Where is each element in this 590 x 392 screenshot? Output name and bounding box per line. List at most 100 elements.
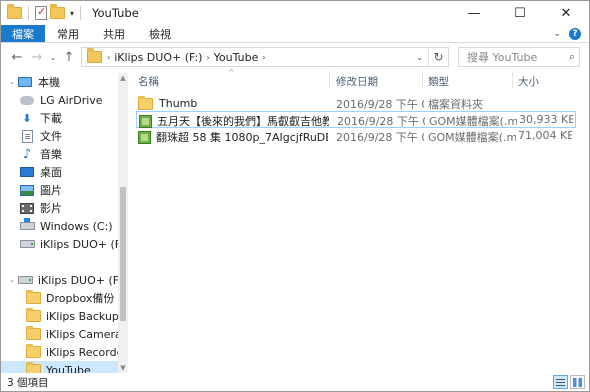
sidebar-item-desktop[interactable]: 桌面 <box>1 163 118 181</box>
scrollbar-thumb[interactable] <box>120 187 126 321</box>
sidebar-item-label: 下載 <box>40 112 62 125</box>
details-view-button[interactable] <box>553 375 568 389</box>
column-header-type[interactable]: 類型 <box>428 74 449 89</box>
sidebar-item-this-pc[interactable]: ⌄ 本機 <box>1 73 118 91</box>
sidebar-item-pictures[interactable]: 圖片 <box>1 181 118 199</box>
address-bar[interactable]: › iKlips DUO+ (F:) › YouTube › ⌄ ↻ <box>81 47 449 67</box>
tab-file[interactable]: 檔案 <box>1 25 45 42</box>
file-date: 2016/9/28 下午 0... <box>336 98 424 111</box>
quick-access-toolbar: ▾ <box>1 4 84 20</box>
file-name: 五月天【後來的我們】馬叡叡吉他教室#... <box>157 115 329 128</box>
breadcrumb-separator[interactable]: › <box>262 53 265 62</box>
file-size: 71,004 KB <box>518 129 572 142</box>
breadcrumb-drive[interactable]: iKlips DUO+ (F:) <box>114 51 202 64</box>
sidebar-item-iklips-camera[interactable]: iKlips Camera <box>1 325 118 343</box>
video-file-icon <box>139 114 152 128</box>
sidebar-item-label: LG AirDrive <box>40 93 103 107</box>
desktop-icon <box>19 165 35 179</box>
large-icons-view-icon <box>573 377 582 387</box>
tab-share[interactable]: 共用 <box>91 25 137 42</box>
tab-view[interactable]: 檢視 <box>137 25 183 42</box>
sidebar-item-iklips-backup[interactable]: iKlips Backup <box>1 307 118 325</box>
sidebar-item-lg-airdrive[interactable]: LG AirDrive <box>1 91 118 109</box>
file-list: ^ 名稱 修改日期 類型 大小 Thumb 2016/9/28 下午 0... … <box>130 68 580 373</box>
up-button[interactable]: ↑ <box>59 50 79 65</box>
folder-icon <box>25 326 41 341</box>
file-row[interactable]: 五月天【後來的我們】馬叡叡吉他教室#... 2016/9/28 下午 0... … <box>136 111 576 128</box>
sidebar-item-youtube[interactable]: YouTube <box>1 361 118 373</box>
maximize-button[interactable]: ☐ <box>497 1 543 25</box>
column-header-name[interactable]: 名稱 <box>138 74 159 89</box>
ribbon-tabs: 檔案 常用 共用 檢視 ⌄ ? <box>1 25 589 43</box>
minimize-button[interactable]: — <box>451 1 497 25</box>
column-divider[interactable] <box>512 71 513 89</box>
file-name-cell: 翻珠超 58 集 1080p_7AIgcjfRuDE.MP4 <box>138 129 328 145</box>
item-count: 3 個項目 <box>7 377 49 389</box>
sidebar-item-music[interactable]: ♪ 音樂 <box>1 145 118 163</box>
file-name-cell: 五月天【後來的我們】馬叡叡吉他教室#... <box>139 113 329 129</box>
sidebar-item-label: 桌面 <box>40 166 62 179</box>
expand-ribbon-icon[interactable]: ⌄ <box>553 29 561 39</box>
windows-drive-icon <box>19 218 35 233</box>
sidebar-item-downloads[interactable]: ⬇ 下載 <box>1 109 118 127</box>
sidebar-item-dropbox-backup[interactable]: Dropbox備份 <box>1 289 118 307</box>
back-button[interactable]: ← <box>7 50 27 65</box>
sidebar-scrollbar[interactable]: ▲ ▼ <box>118 73 128 373</box>
file-type: GOM媒體檔案(.m... <box>429 115 517 128</box>
sidebar-item-iklips-f[interactable]: iKlips DUO+ (F:) <box>1 235 118 253</box>
sidebar-item-label: iKlips Backup <box>46 309 118 323</box>
videos-icon <box>19 201 35 215</box>
column-header-size[interactable]: 大小 <box>518 74 539 89</box>
file-row[interactable]: 翻珠超 58 集 1080p_7AIgcjfRuDE.MP4 2016/9/28… <box>136 128 576 145</box>
window-title: YouTube <box>92 6 139 20</box>
tab-home[interactable]: 常用 <box>45 25 91 42</box>
properties-icon[interactable] <box>35 5 47 20</box>
toolbar-divider <box>80 6 82 20</box>
music-icon: ♪ <box>22 146 32 162</box>
sidebar-item-iklips-recorder[interactable]: iKlips Recorder <box>1 343 118 361</box>
breadcrumb-youtube[interactable]: YouTube <box>214 51 259 64</box>
sidebar-item-label: iKlips DUO+ (F:) <box>38 273 118 287</box>
sidebar-item-iklips-root[interactable]: ⌄ iKlips DUO+ (F:) <box>1 271 118 289</box>
column-header-date[interactable]: 修改日期 <box>336 74 378 89</box>
sort-indicator-icon: ^ <box>228 68 235 77</box>
expand-icon[interactable]: ⌄ <box>7 78 17 86</box>
help-icon[interactable]: ? <box>569 27 581 40</box>
pc-icon <box>17 75 33 89</box>
breadcrumb-separator[interactable]: › <box>107 53 110 62</box>
close-button[interactable]: ✕ <box>543 1 589 25</box>
document-icon <box>19 129 35 143</box>
sidebar-item-label: Windows (C:) <box>40 219 113 233</box>
customize-toolbar-icon[interactable]: ▾ <box>70 9 74 18</box>
folder-icon <box>25 290 41 305</box>
folder-icon[interactable] <box>7 4 22 19</box>
sidebar-item-label: iKlips Recorder <box>46 345 118 359</box>
file-name: 翻珠超 58 集 1080p_7AIgcjfRuDE.MP4 <box>156 131 328 144</box>
view-switcher <box>553 375 585 389</box>
sidebar-item-documents[interactable]: 文件 <box>1 127 118 145</box>
expand-icon[interactable]: ⌄ <box>7 276 17 284</box>
large-icons-view-button[interactable] <box>570 375 585 389</box>
recent-locations-icon[interactable]: ⌄ <box>47 53 59 62</box>
breadcrumb-separator[interactable]: › <box>206 53 209 62</box>
refresh-button[interactable]: ↻ <box>428 48 448 66</box>
sidebar-item-windows-c[interactable]: Windows (C:) <box>1 217 118 235</box>
sidebar-item-videos[interactable]: 影片 <box>1 199 118 217</box>
scroll-down-icon[interactable]: ▼ <box>118 364 128 372</box>
column-divider[interactable] <box>329 71 330 89</box>
new-folder-icon[interactable] <box>50 4 65 19</box>
sidebar-item-label: 本機 <box>38 76 60 89</box>
usb-drive-icon <box>19 237 35 251</box>
search-input[interactable]: 搜尋 YouTube ⌕ <box>458 47 580 67</box>
ribbon-right-controls: ⌄ ? <box>553 25 589 42</box>
address-dropdown-icon[interactable]: ⌄ <box>411 53 428 62</box>
column-divider[interactable] <box>422 71 423 89</box>
forward-button[interactable]: → <box>27 50 47 65</box>
details-view-icon <box>556 378 565 386</box>
scroll-up-icon[interactable]: ▲ <box>118 74 128 82</box>
file-name: Thumb <box>159 96 198 110</box>
file-row[interactable]: Thumb 2016/9/28 下午 0... 檔案資料夾 <box>136 95 576 112</box>
download-icon: ⬇ <box>22 111 32 125</box>
search-icon: ⌕ <box>568 50 575 63</box>
status-bar: 3 個項目 <box>1 374 589 391</box>
